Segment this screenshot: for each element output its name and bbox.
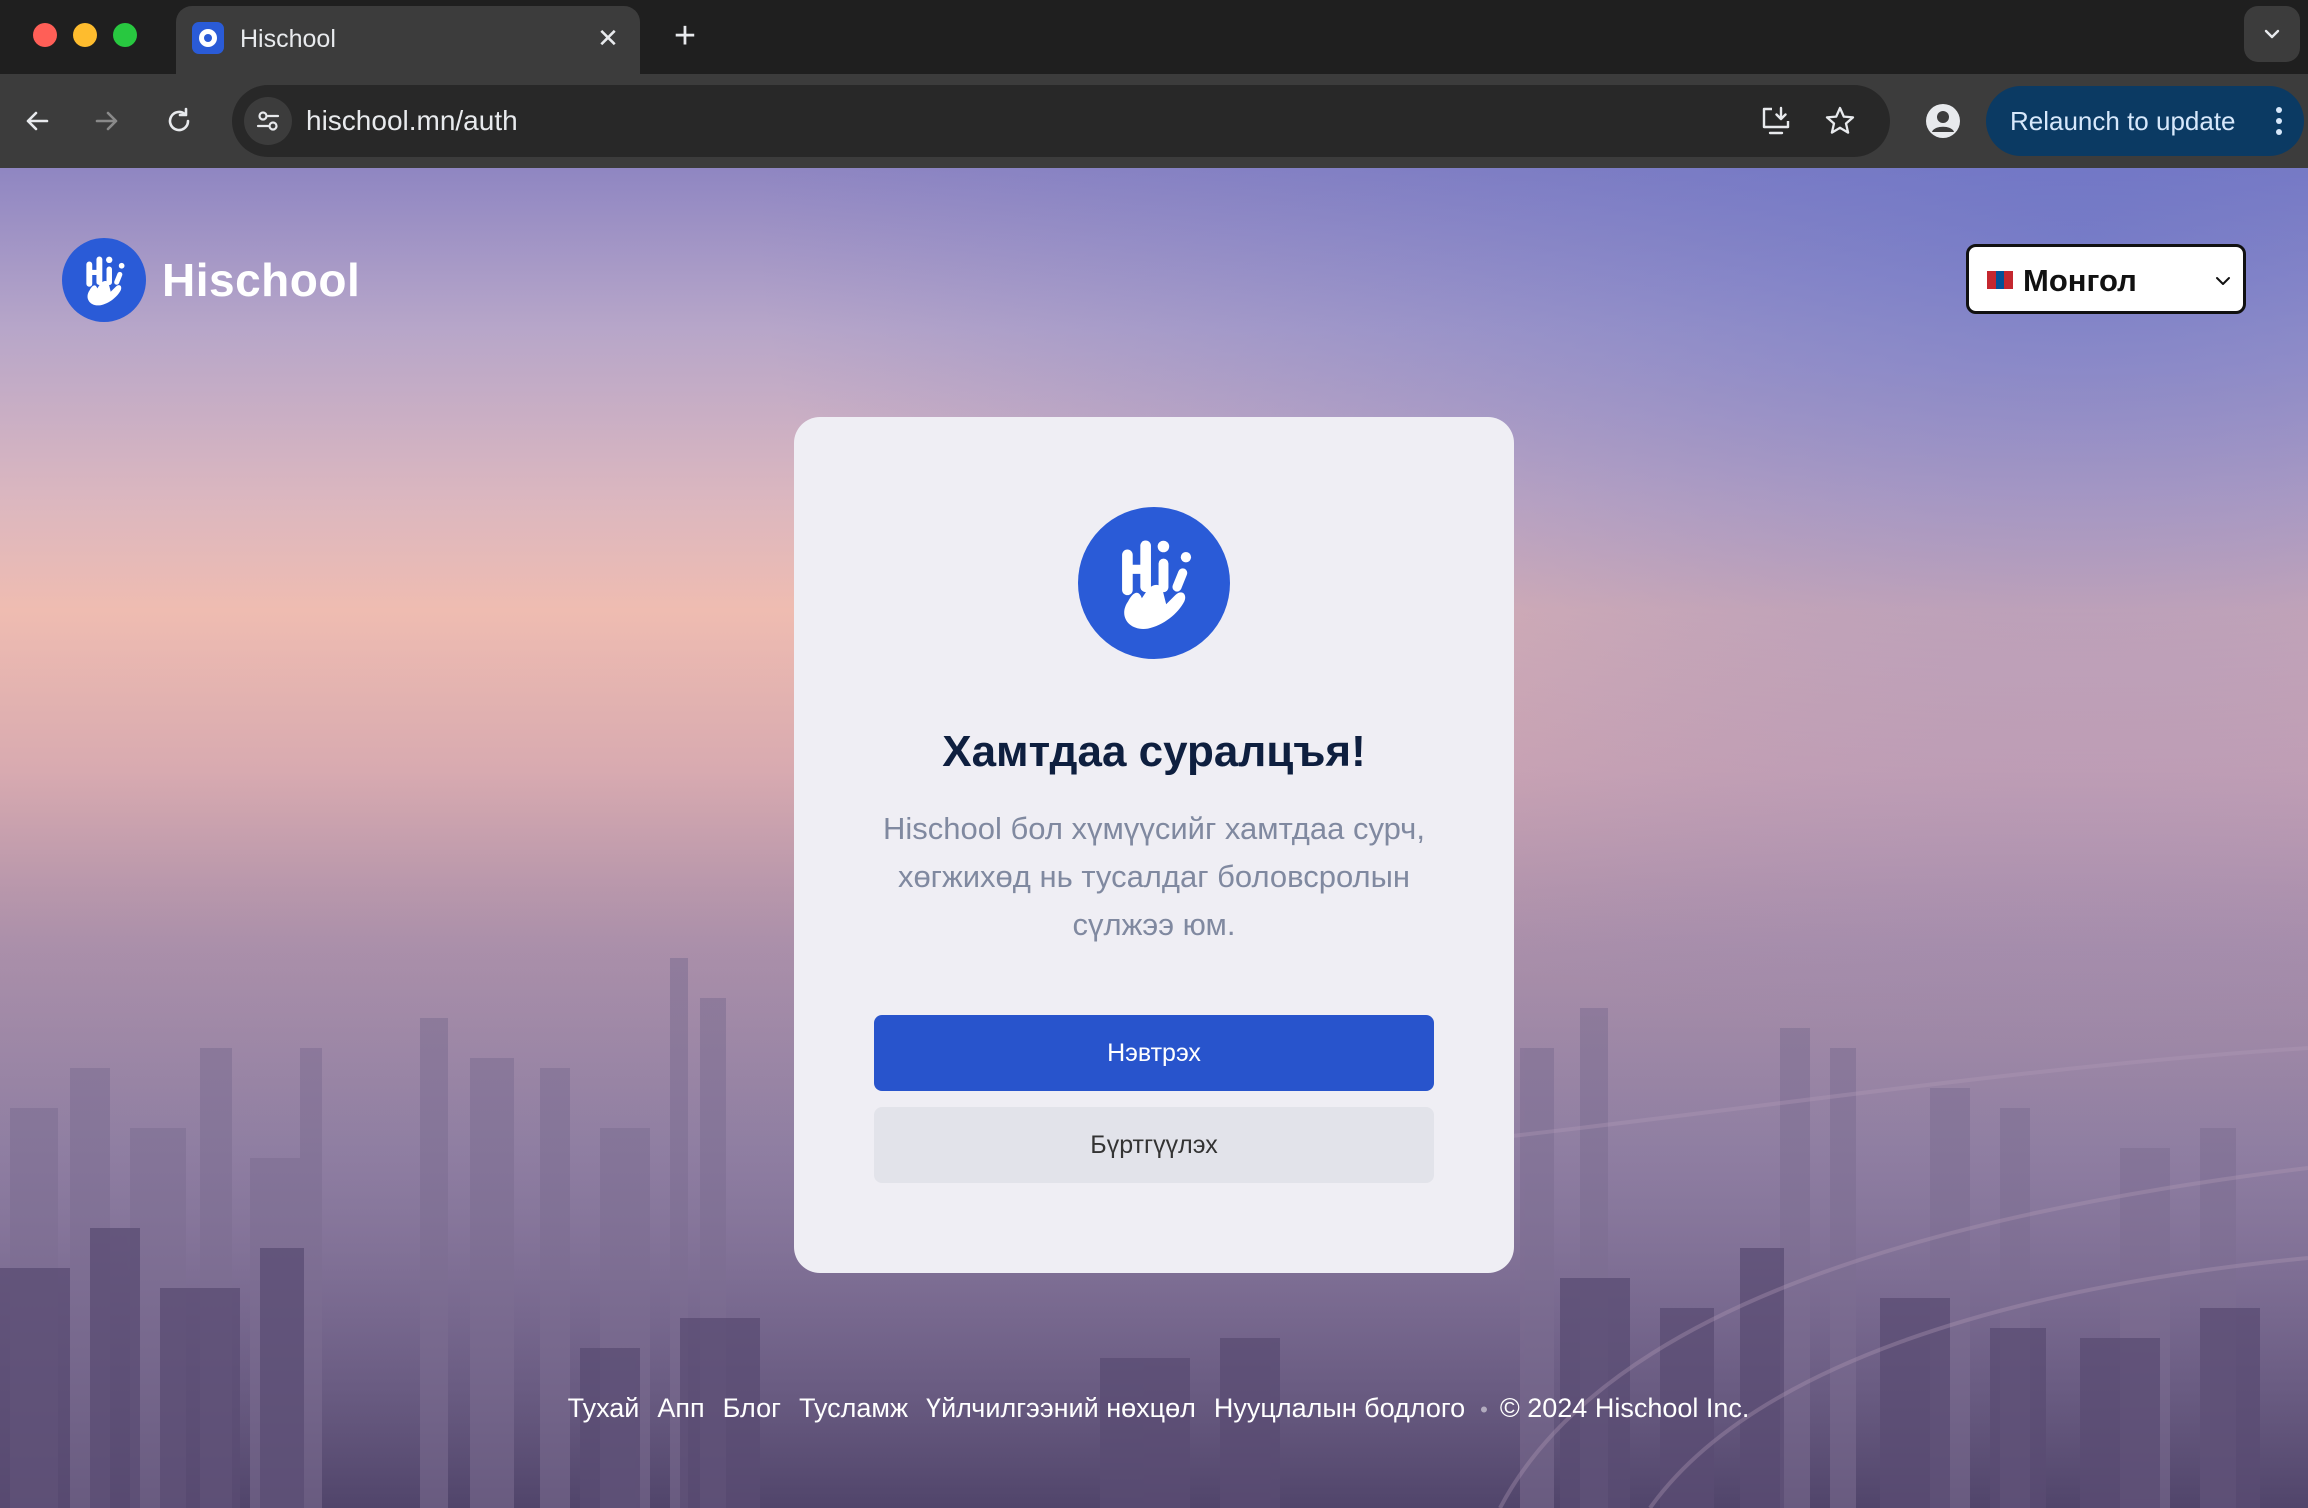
hischool-favicon-icon: [192, 22, 224, 54]
site-info-button[interactable]: [244, 97, 292, 145]
bookmark-button[interactable]: [1818, 99, 1862, 143]
chevron-down-icon: [2264, 29, 2280, 39]
footer: Тухай Апп Блог Тусламж Үйлчилгээний нөхцөл Ну…: [0, 1390, 2308, 1428]
close-window-button[interactable]: [33, 23, 57, 47]
auth-page: Hischool Монгол Хамтдаа суралцъя! Hischo…: [0, 168, 2308, 1508]
footer-link-blog[interactable]: Блог: [723, 1393, 781, 1423]
chevron-down-icon: [2216, 277, 2230, 285]
browser-tab-bar: Hischool ✕ +: [0, 0, 2308, 74]
footer-link-app[interactable]: Апп: [657, 1393, 704, 1423]
tune-icon: [256, 111, 280, 131]
footer-copyright: © 2024 Hischool Inc.: [1499, 1393, 1750, 1423]
profile-button[interactable]: [1916, 94, 1970, 148]
card-description: Hischool бол хүмүүсийг хамтдаа сурч, хөг…: [883, 811, 1425, 942]
mongolia-flag-icon: [1987, 271, 2014, 289]
register-button[interactable]: Бүртгүүлэх: [874, 1107, 1434, 1183]
relaunch-label: Relaunch to update: [2010, 106, 2236, 136]
address-bar[interactable]: hischool.mn/auth: [232, 85, 1890, 157]
url-text[interactable]: hischool.mn/auth: [306, 103, 518, 139]
account-icon: [1926, 104, 1960, 138]
tab-search-button[interactable]: [2244, 6, 2300, 62]
hischool-hand-logo-icon: [62, 238, 146, 322]
footer-separator: •: [1480, 1397, 1488, 1422]
browser-toolbar: hischool.mn/auth Relaunch to update: [0, 74, 2308, 168]
tab-title: Hischool: [240, 25, 336, 53]
close-tab-icon[interactable]: ✕: [592, 22, 624, 54]
more-vert-icon: [2276, 107, 2282, 135]
browser-tab-active[interactable]: Hischool ✕: [176, 6, 640, 74]
star-icon: [1825, 106, 1855, 134]
new-tab-button[interactable]: +: [663, 14, 707, 58]
footer-link-privacy[interactable]: Нууцлалын бодлого: [1214, 1393, 1465, 1423]
footer-link-terms[interactable]: Үйлчилгээний нөхцөл: [926, 1393, 1196, 1423]
arrow-left-icon: [26, 111, 49, 131]
back-button[interactable]: [10, 94, 64, 148]
card-title: Хамтдаа суралцъя!: [942, 727, 1366, 776]
reload-button[interactable]: [152, 94, 206, 148]
minimize-window-button[interactable]: [73, 23, 97, 47]
site-brand[interactable]: Hischool: [62, 238, 360, 322]
forward-button[interactable]: [80, 94, 134, 148]
maximize-window-button[interactable]: [113, 23, 137, 47]
footer-link-help[interactable]: Тусламж: [799, 1393, 908, 1423]
auth-card: Хамтдаа суралцъя! Hischool бол хүмүүсийг…: [794, 417, 1514, 1273]
language-selected-value: Монгол: [2023, 263, 2137, 298]
hischool-hand-logo-icon: [1078, 507, 1230, 659]
arrow-right-icon: [95, 111, 118, 131]
reload-icon: [168, 107, 190, 132]
footer-link-about[interactable]: Тухай: [568, 1393, 640, 1423]
brand-name: Hischool: [162, 254, 361, 306]
install-app-button[interactable]: [1754, 99, 1798, 143]
language-select[interactable]: Монгол: [1966, 244, 2246, 314]
install-desktop-icon: [1762, 106, 1790, 135]
login-button[interactable]: Нэвтрэх: [874, 1015, 1434, 1091]
relaunch-update-button[interactable]: Relaunch to update: [1986, 86, 2304, 156]
